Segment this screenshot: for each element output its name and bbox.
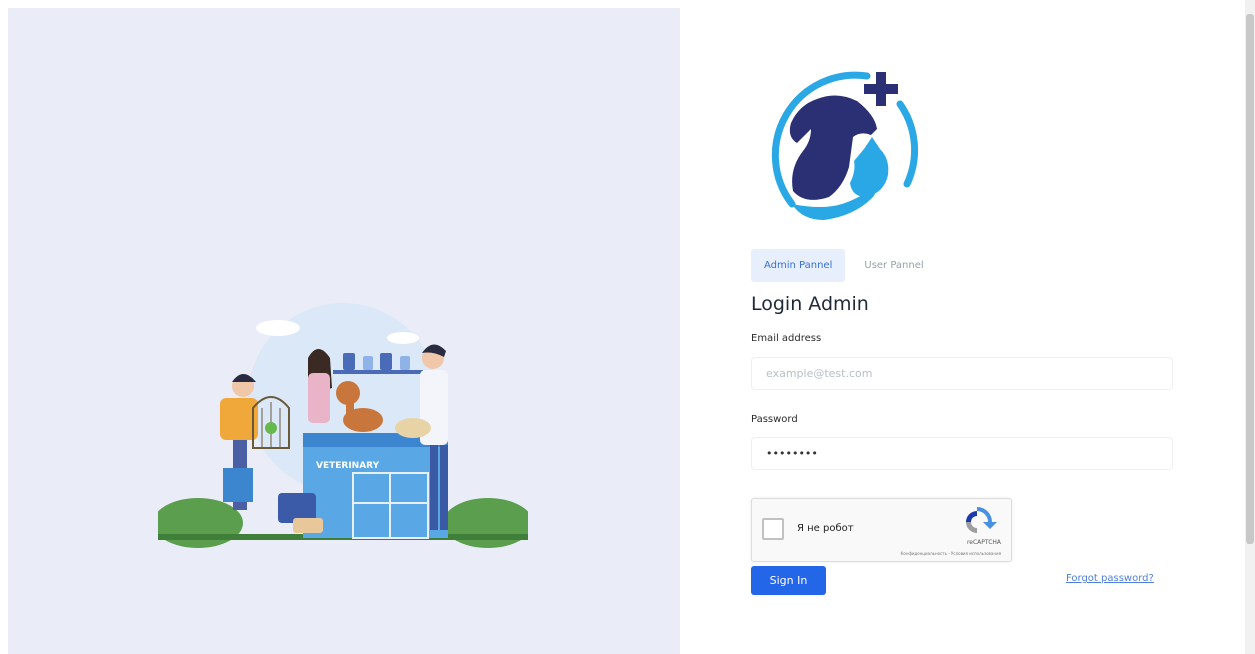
forgot-password-link[interactable]: Forgot password?	[1066, 573, 1154, 584]
scrollbar[interactable]	[1245, 0, 1255, 654]
email-label: Email address	[751, 333, 822, 344]
recaptcha-label: Я не робот	[797, 523, 854, 534]
email-field[interactable]	[751, 357, 1173, 390]
page-title: Login Admin	[751, 293, 869, 315]
tab-admin-panel[interactable]: Admin Pannel	[751, 249, 846, 282]
illustration-sign-text: VETERINARY	[316, 461, 380, 471]
scrollbar-thumb[interactable]	[1246, 14, 1254, 544]
password-field[interactable]	[751, 437, 1173, 470]
recaptcha-checkbox[interactable]	[762, 518, 784, 540]
left-panel: VETERINARY	[8, 8, 680, 654]
password-label: Password	[751, 414, 798, 425]
recaptcha-widget: Я не робот reCAPTCHA Конфиденциальность …	[751, 498, 1012, 562]
vet-clinic-logo	[771, 71, 919, 220]
panel-tabs: Admin Pannel User Pannel	[751, 249, 937, 282]
recaptcha-brand: reCAPTCHA	[966, 539, 1001, 546]
recaptcha-links[interactable]: Конфиденциальность - Условия использован…	[901, 551, 1001, 556]
sign-in-button[interactable]: Sign In	[751, 566, 826, 595]
veterinary-illustration: VETERINARY	[158, 303, 528, 548]
recaptcha-icon	[966, 507, 997, 533]
tab-user-panel[interactable]: User Pannel	[851, 249, 936, 282]
